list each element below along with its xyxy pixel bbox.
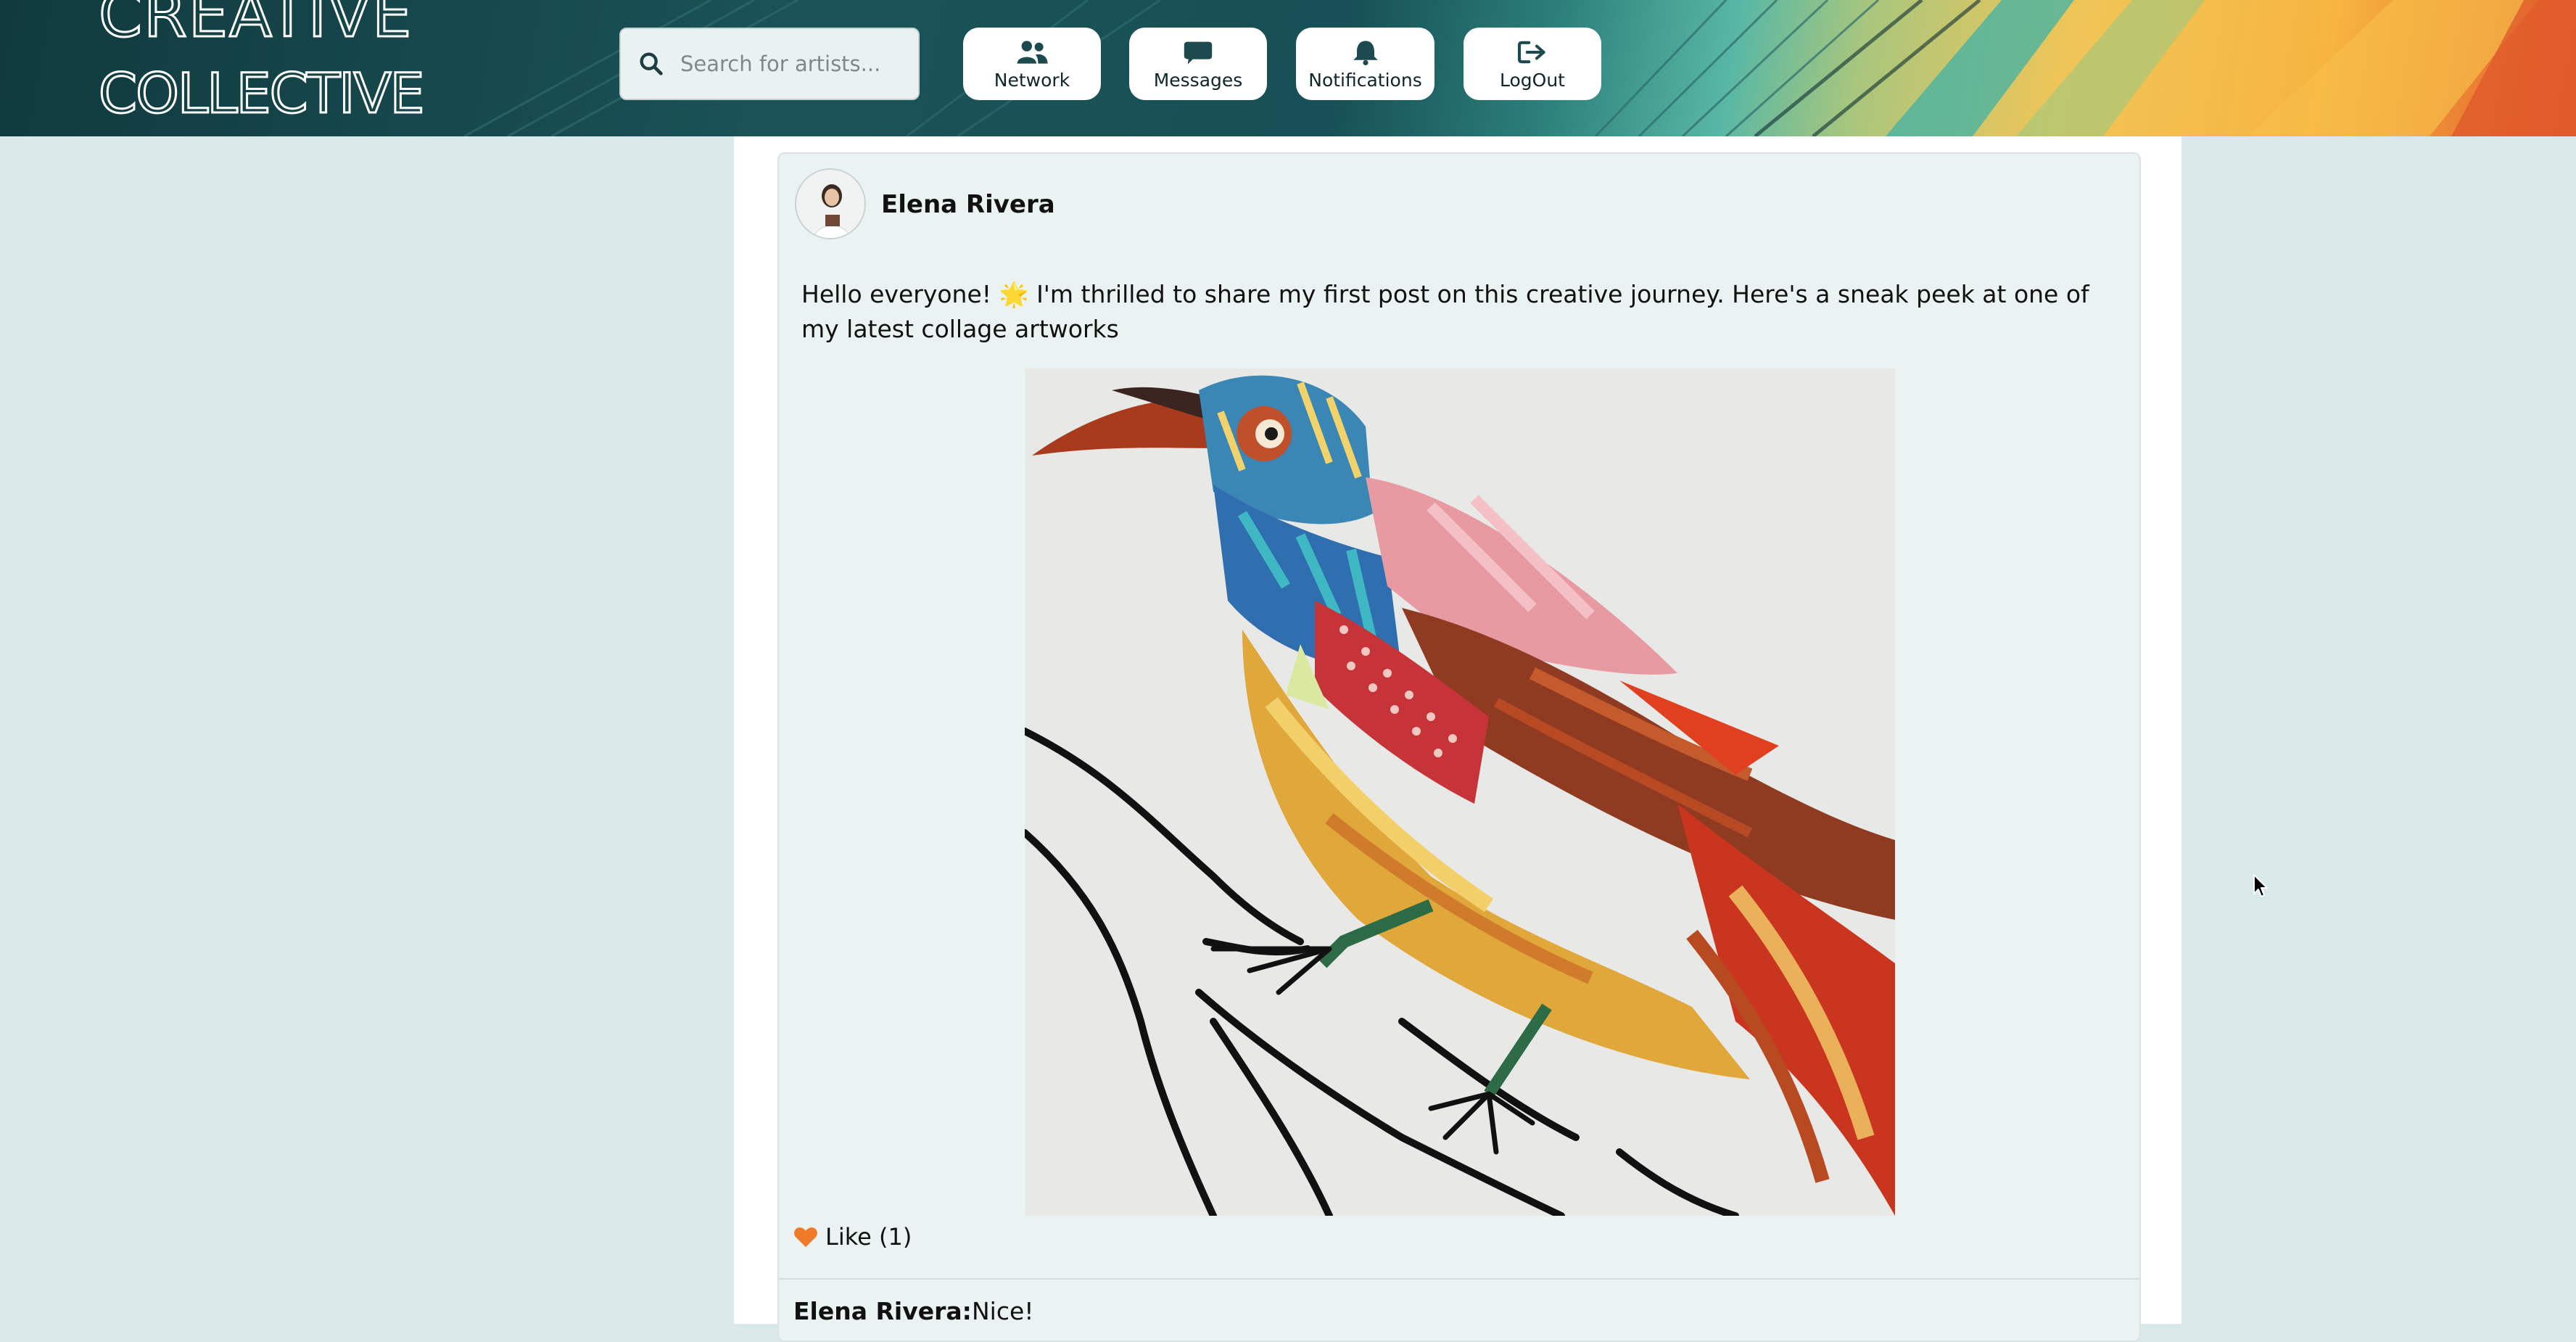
- network-button[interactable]: Network: [963, 28, 1101, 100]
- notifications-label: Notifications: [1308, 69, 1422, 91]
- post-author-name[interactable]: Elena Rivera: [881, 190, 1055, 219]
- bell-icon: [1353, 40, 1378, 65]
- svg-text:COLLECTIVE: COLLECTIVE: [99, 61, 424, 125]
- messages-label: Messages: [1153, 69, 1243, 91]
- like-button[interactable]: Like (1): [793, 1223, 912, 1251]
- post-text: Hello everyone! 🌟 I'm thrilled to share …: [801, 280, 2089, 343]
- mouse-cursor-icon: [2253, 874, 2268, 897]
- logout-label: LogOut: [1500, 69, 1565, 91]
- top-banner: CREATIVE COLLECTIVE Network Messages Not…: [0, 0, 2576, 136]
- search-box[interactable]: [619, 28, 920, 100]
- comment-text: Nice!: [972, 1297, 1034, 1325]
- comments-divider: [779, 1278, 2139, 1280]
- avatar[interactable]: [795, 168, 866, 239]
- network-label: Network: [994, 69, 1070, 91]
- search-input[interactable]: [680, 52, 912, 76]
- logout-icon: [1517, 41, 1545, 63]
- heart-icon: [794, 1227, 817, 1248]
- user-portrait-icon: [796, 170, 864, 238]
- logout-button[interactable]: LogOut: [1464, 28, 1601, 100]
- notifications-button[interactable]: Notifications: [1296, 28, 1434, 100]
- comment-author[interactable]: Elena Rivera:: [793, 1297, 972, 1325]
- users-icon: [1017, 40, 1048, 64]
- creative-collective-logo[interactable]: CREATIVE COLLECTIVE: [94, 0, 457, 131]
- chat-bubble-icon: [1184, 41, 1213, 65]
- collage-bird-artwork: [1025, 369, 1895, 1216]
- svg-text:CREATIVE: CREATIVE: [99, 0, 413, 52]
- messages-button[interactable]: Messages: [1129, 28, 1267, 100]
- post-image[interactable]: [1025, 369, 1895, 1216]
- like-label: Like (1): [825, 1223, 912, 1251]
- search-icon: [640, 52, 663, 75]
